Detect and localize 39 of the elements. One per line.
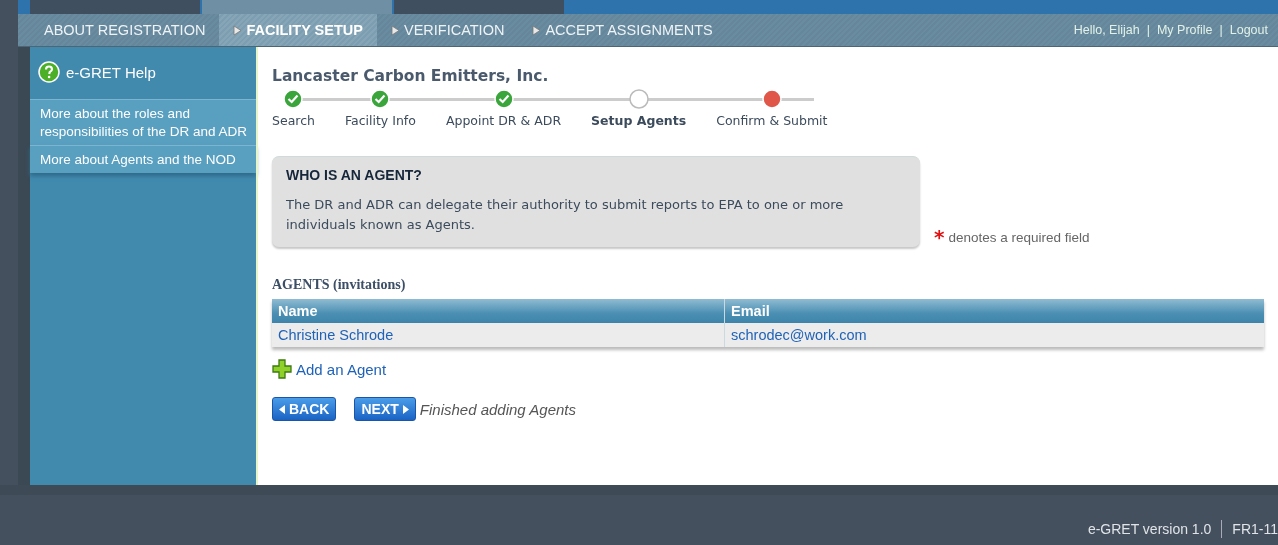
step-label: Appoint DR & ADR <box>445 113 562 128</box>
separator: | <box>1146 23 1150 37</box>
separator: | <box>1219 23 1223 37</box>
nav-tab[interactable]: ACCEPT ASSIGNMENTS <box>518 14 727 46</box>
required-note: denotes a required field <box>948 229 1090 245</box>
column-header: Email <box>730 302 771 321</box>
top-tab[interactable] <box>30 0 200 14</box>
help-link[interactable]: More about the roles and responsibilities of the DR and ADR <box>30 99 256 145</box>
nav-tab[interactable]: FACILITY SETUP <box>219 14 377 46</box>
info-title: WHO IS AN AGENT? <box>286 167 423 183</box>
top-tab[interactable] <box>394 0 564 14</box>
step-label: Facility Info <box>344 113 416 128</box>
caret-icon <box>402 404 409 414</box>
next-button[interactable]: NEXT <box>354 397 416 421</box>
nav-tab[interactable]: VERIFICATION <box>376 14 519 46</box>
plus-icon <box>272 359 292 379</box>
required-mark: * <box>934 225 945 249</box>
build-text: FR1-11 <box>1232 521 1278 537</box>
help-link[interactable]: More about Agents and the NOD <box>30 145 256 173</box>
step-label: Setup Agents <box>591 113 687 128</box>
table-cell[interactable]: schrodec@work.com <box>725 323 873 347</box>
nav-tab[interactable]: ABOUT REGISTRATION <box>30 14 220 46</box>
help-title: e-GRET Help <box>66 63 156 81</box>
add-agent-link[interactable]: Add an Agent <box>296 360 387 378</box>
user-link[interactable]: My Profile <box>1156 23 1213 37</box>
version-text: e-GRET version 1.0 <box>1087 521 1212 537</box>
back-button[interactable]: BACK <box>272 397 337 421</box>
table-cell[interactable]: Christine Schrode <box>272 323 725 347</box>
caret-icon <box>279 404 285 414</box>
step-label: Search <box>272 113 315 128</box>
step-label: Confirm & Submit <box>716 113 828 128</box>
company-name: Lancaster Carbon Emitters, Inc. <box>272 67 550 85</box>
user-link[interactable]: Hello, Elijah <box>1073 23 1140 37</box>
next-hint: Finished adding Agents <box>419 400 576 418</box>
section-title: AGENTS (invitations) <box>272 277 407 293</box>
top-tab[interactable] <box>202 0 392 14</box>
help-icon <box>38 61 60 83</box>
info-text: The DR and ADR can delegate their authority to submit reports to EPA to one or more individuals known as Agents. <box>286 196 845 234</box>
user-link[interactable]: Logout <box>1229 23 1268 37</box>
